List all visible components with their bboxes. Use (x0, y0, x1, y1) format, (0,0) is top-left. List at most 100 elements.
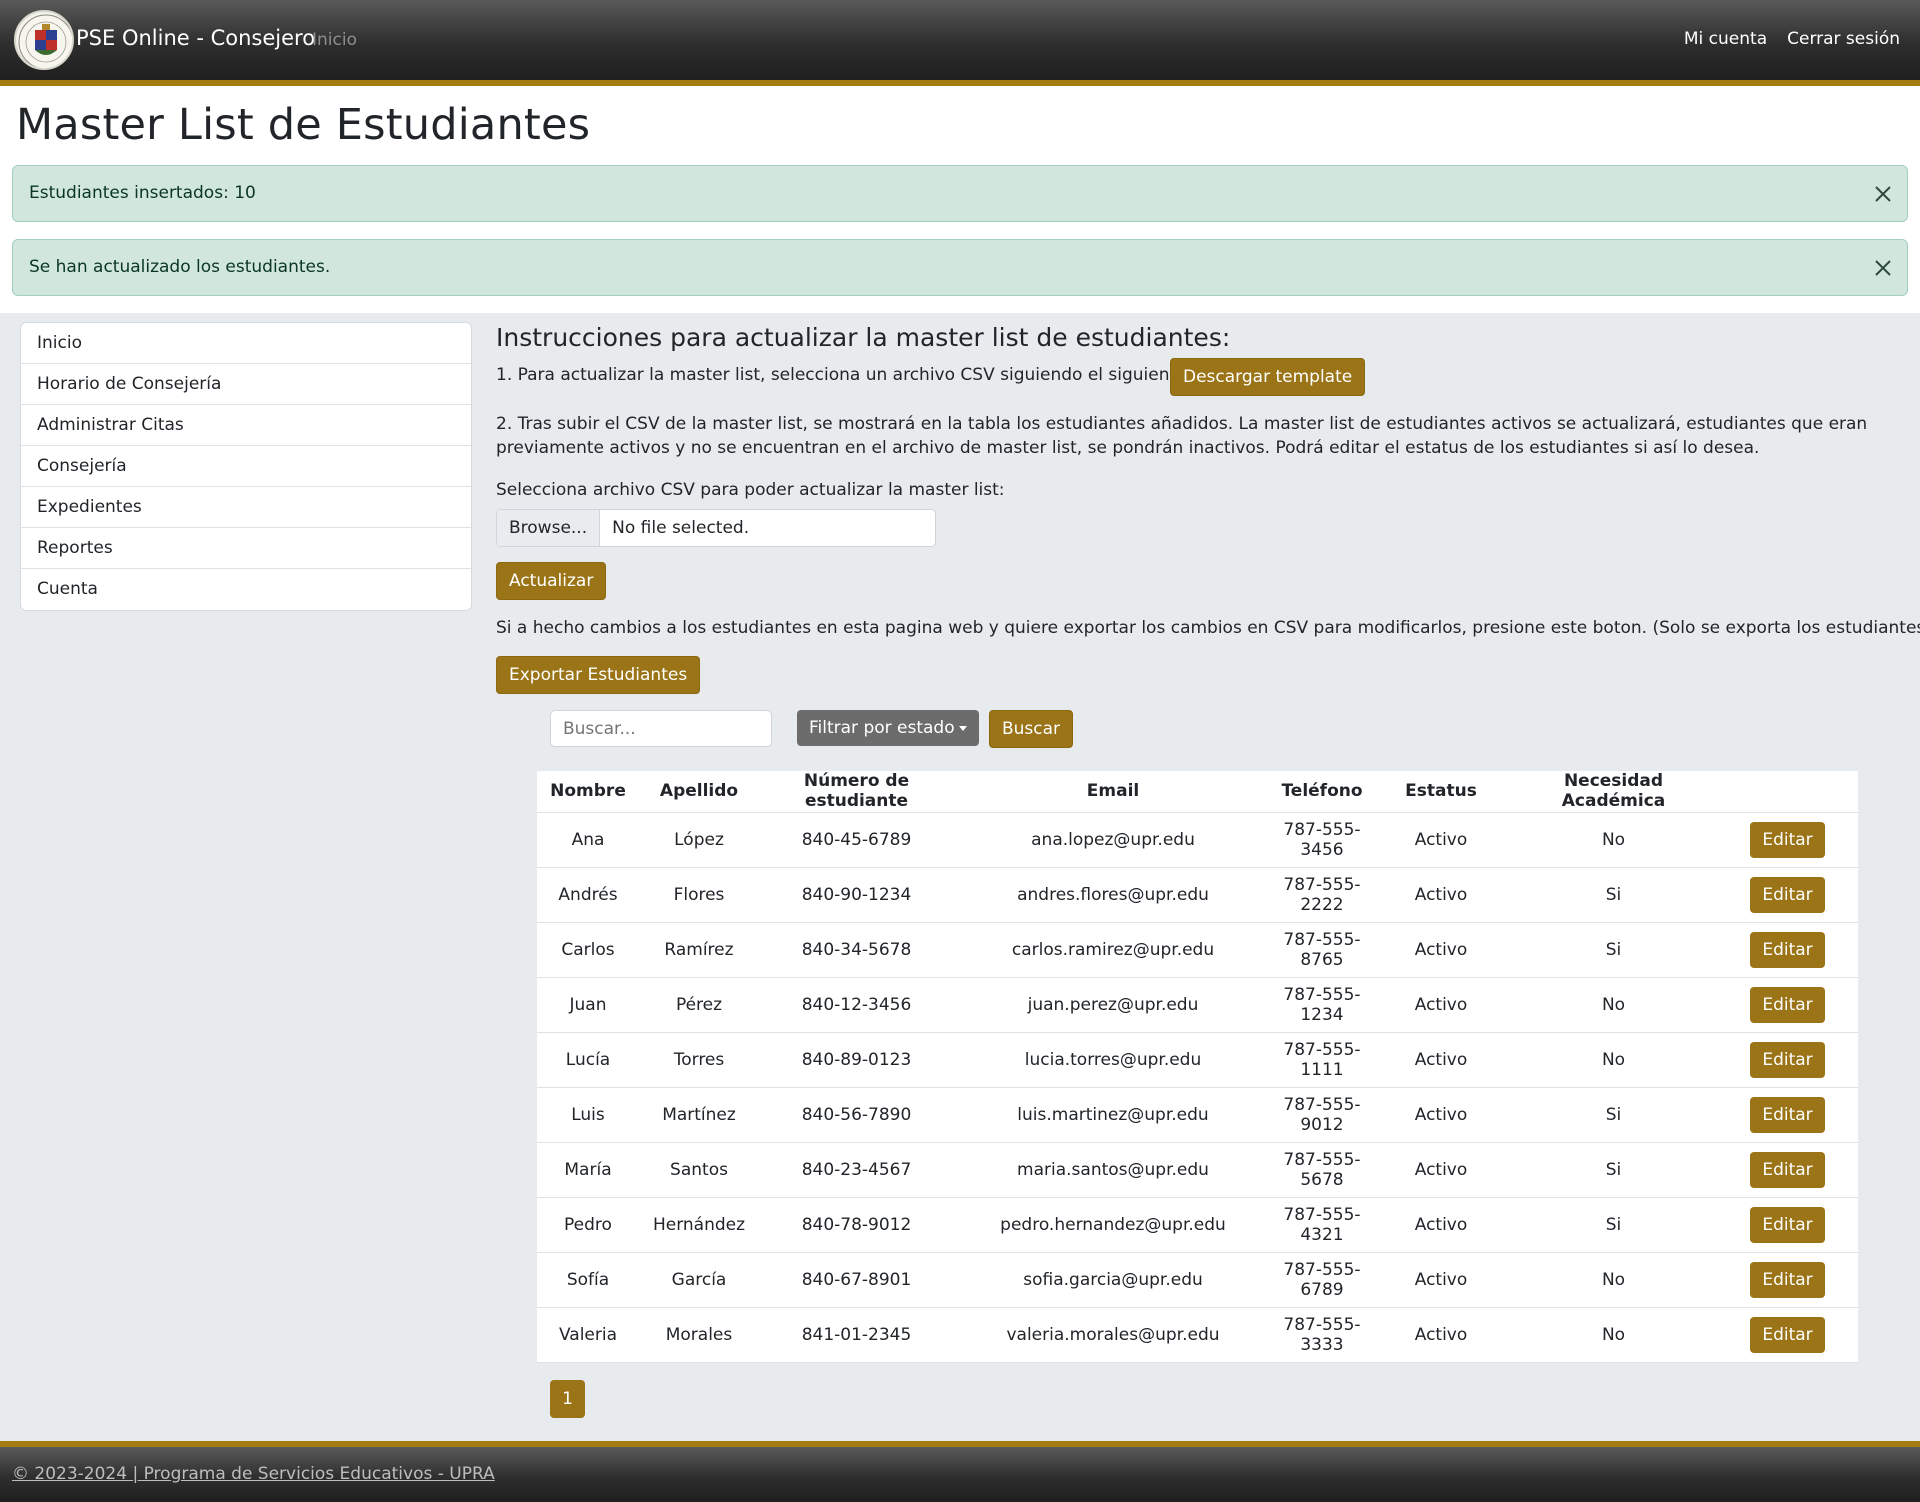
content-area: Inicio Horario de Consejería Administrar… (0, 313, 1920, 1441)
sidebar-item-inicio[interactable]: Inicio (21, 323, 471, 364)
column-header-numero: Número de estudiante (759, 771, 954, 813)
nav-home-link[interactable]: Inicio (312, 30, 357, 50)
cell-telefono: 787-555-1111 (1272, 1032, 1372, 1088)
edit-button[interactable]: Editar (1750, 986, 1825, 1023)
cell-telefono: 787-555-8765 (1272, 922, 1372, 978)
cell-numero: 840-78-9012 (759, 1197, 954, 1253)
edit-button[interactable]: Editar (1750, 1206, 1825, 1243)
alert-text: Se han actualizado los estudiantes. (29, 257, 331, 277)
cell-estatus: Activo (1372, 867, 1510, 923)
nav-user-menu: Mi cuenta Cerrar sesión (1684, 29, 1900, 49)
update-button[interactable]: Actualizar (496, 562, 607, 600)
footer-copyright-link[interactable]: © 2023-2024 | Programa de Servicios Educ… (12, 1464, 495, 1484)
logout-link[interactable]: Cerrar sesión (1787, 29, 1900, 49)
cell-telefono: 787-555-3456 (1272, 812, 1372, 868)
edit-button[interactable]: Editar (1750, 1151, 1825, 1188)
file-name-display: No file selected. (612, 518, 750, 538)
my-account-link[interactable]: Mi cuenta (1684, 29, 1767, 49)
edit-button[interactable]: Editar (1750, 876, 1825, 913)
cell-apellido: Pérez (639, 977, 759, 1033)
navbar-accent-line (0, 80, 1920, 86)
cell-apellido: Torres (639, 1032, 759, 1088)
sidebar-item-administrar-citas[interactable]: Administrar Citas (21, 405, 471, 446)
cell-telefono: 787-555-1234 (1272, 977, 1372, 1033)
column-header-actions (1717, 771, 1858, 813)
cell-actions: Editar (1717, 1307, 1858, 1363)
sidebar-item-horario-consejeria[interactable]: Horario de Consejería (21, 364, 471, 405)
column-header-estatus: Estatus (1372, 771, 1510, 813)
alert-text: Estudiantes insertados: 10 (29, 183, 256, 203)
cell-apellido: Santos (639, 1142, 759, 1198)
browse-button[interactable]: Browse... (497, 510, 601, 546)
cell-actions: Editar (1717, 1252, 1858, 1308)
cell-apellido: Hernández (639, 1197, 759, 1253)
cell-actions: Editar (1717, 867, 1858, 923)
table-row: Valeria Morales 841-01-2345 valeria.mora… (537, 1307, 1858, 1363)
sidebar-item-cuenta[interactable]: Cuenta (21, 569, 471, 610)
cell-nombre: Luis (537, 1087, 639, 1143)
search-button[interactable]: Buscar (989, 710, 1074, 748)
cell-necesidad: Si (1510, 1197, 1717, 1253)
cell-estatus: Activo (1372, 977, 1510, 1033)
cell-actions: Editar (1717, 1032, 1858, 1088)
cell-email: andres.flores@upr.edu (954, 867, 1272, 923)
cell-estatus: Activo (1372, 1307, 1510, 1363)
cell-email: ana.lopez@upr.edu (954, 812, 1272, 868)
edit-button[interactable]: Editar (1750, 821, 1825, 858)
table-row: Ana López 840-45-6789 ana.lopez@upr.edu … (537, 812, 1858, 868)
cell-estatus: Activo (1372, 1087, 1510, 1143)
sidebar-item-expedientes[interactable]: Expedientes (21, 487, 471, 528)
edit-button[interactable]: Editar (1750, 1096, 1825, 1133)
sidebar-item-consejeria[interactable]: Consejería (21, 446, 471, 487)
export-instructions: Si a hecho cambios a los estudiantes en … (496, 618, 1920, 638)
top-navbar: PSE Online - Consejero Inicio Mi cuenta … (0, 0, 1920, 80)
cell-nombre: Ana (537, 812, 639, 868)
cell-telefono: 787-555-6789 (1272, 1252, 1372, 1308)
cell-nombre: Andrés (537, 867, 639, 923)
table-row: Sofía García 840-67-8901 sofia.garcia@up… (537, 1252, 1858, 1308)
search-input[interactable] (550, 710, 772, 747)
pagination-page-1[interactable]: 1 (550, 1380, 585, 1418)
cell-nombre: Carlos (537, 922, 639, 978)
cell-telefono: 787-555-3333 (1272, 1307, 1372, 1363)
column-header-email: Email (954, 771, 1272, 813)
cell-telefono: 787-555-4321 (1272, 1197, 1372, 1253)
cell-necesidad: No (1510, 1032, 1717, 1088)
filter-status-dropdown[interactable]: Filtrar por estado (797, 710, 979, 746)
cell-email: luis.martinez@upr.edu (954, 1087, 1272, 1143)
edit-button[interactable]: Editar (1750, 1316, 1825, 1353)
cell-estatus: Activo (1372, 812, 1510, 868)
cell-email: lucia.torres@upr.edu (954, 1032, 1272, 1088)
table-row: Pedro Hernández 840-78-9012 pedro.hernan… (537, 1197, 1858, 1253)
table-row: María Santos 840-23-4567 maria.santos@up… (537, 1142, 1858, 1198)
edit-button[interactable]: Editar (1750, 1041, 1825, 1078)
cell-actions: Editar (1717, 977, 1858, 1033)
cell-numero: 840-67-8901 (759, 1252, 954, 1308)
close-icon[interactable] (1873, 184, 1893, 204)
university-seal-logo[interactable] (14, 10, 74, 70)
cell-actions: Editar (1717, 812, 1858, 868)
cell-numero: 840-90-1234 (759, 867, 954, 923)
edit-button[interactable]: Editar (1750, 931, 1825, 968)
filter-status-label: Filtrar por estado (809, 718, 955, 738)
column-header-telefono: Teléfono (1272, 771, 1372, 813)
alert-updated: Se han actualizado los estudiantes. (12, 239, 1908, 296)
cell-numero: 840-34-5678 (759, 922, 954, 978)
cell-actions: Editar (1717, 1197, 1858, 1253)
close-icon[interactable] (1873, 258, 1893, 278)
table-row: Andrés Flores 840-90-1234 andres.flores@… (537, 867, 1858, 923)
cell-apellido: Martínez (639, 1087, 759, 1143)
csv-file-input[interactable]: Browse... No file selected. (496, 509, 936, 547)
cell-necesidad: Si (1510, 1142, 1717, 1198)
cell-necesidad: No (1510, 1307, 1717, 1363)
edit-button[interactable]: Editar (1750, 1261, 1825, 1298)
app-brand-title[interactable]: PSE Online - Consejero (76, 26, 315, 50)
table-row: Juan Pérez 840-12-3456 juan.perez@upr.ed… (537, 977, 1858, 1033)
table-row: Luis Martínez 840-56-7890 luis.martinez@… (537, 1087, 1858, 1143)
instructions-step2: 2. Tras subir el CSV de la master list, … (496, 414, 1868, 458)
cell-numero: 840-45-6789 (759, 812, 954, 868)
download-template-button[interactable]: Descargar template (1170, 358, 1366, 396)
cell-necesidad: No (1510, 977, 1717, 1033)
sidebar-item-reportes[interactable]: Reportes (21, 528, 471, 569)
export-students-button[interactable]: Exportar Estudiantes (496, 656, 701, 694)
